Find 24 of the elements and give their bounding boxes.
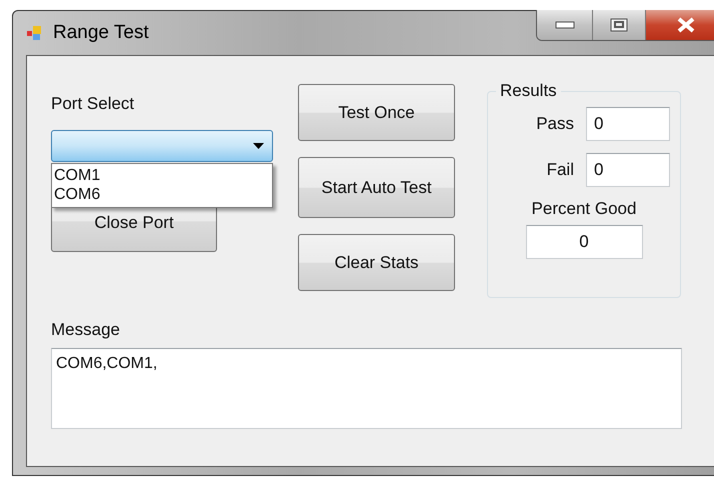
action-button[interactable]: Test Once — [298, 84, 455, 141]
close-icon — [676, 17, 696, 33]
app-icon — [27, 25, 43, 41]
field-label: Port Select — [51, 94, 136, 114]
port-dropdown[interactable] — [51, 130, 273, 162]
minimize-icon — [554, 21, 574, 29]
action-button[interactable]: Clear Stats — [298, 234, 455, 291]
field-label: Pass — [536, 114, 574, 134]
field-label: Message — [51, 320, 121, 340]
message-field[interactable]: COM6,COM1, — [51, 348, 682, 429]
percent-field[interactable]: 0 — [526, 225, 642, 259]
group-title: Results — [499, 81, 558, 101]
field-label: Percent Good — [532, 199, 636, 219]
count-field[interactable]: 0 — [586, 153, 670, 187]
close-button[interactable] — [645, 10, 714, 40]
action-button[interactable]: Start Auto Test — [298, 157, 455, 218]
maximize-button[interactable] — [592, 10, 645, 40]
minimize-button[interactable] — [537, 10, 592, 40]
count-field[interactable]: 0 — [586, 107, 670, 141]
field-label: Fail — [546, 160, 574, 180]
maximize-icon — [610, 18, 628, 32]
dropdown-option[interactable]: COM1 — [53, 166, 272, 185]
caret-icon — [253, 143, 264, 149]
window-title: Range Test — [53, 22, 149, 44]
